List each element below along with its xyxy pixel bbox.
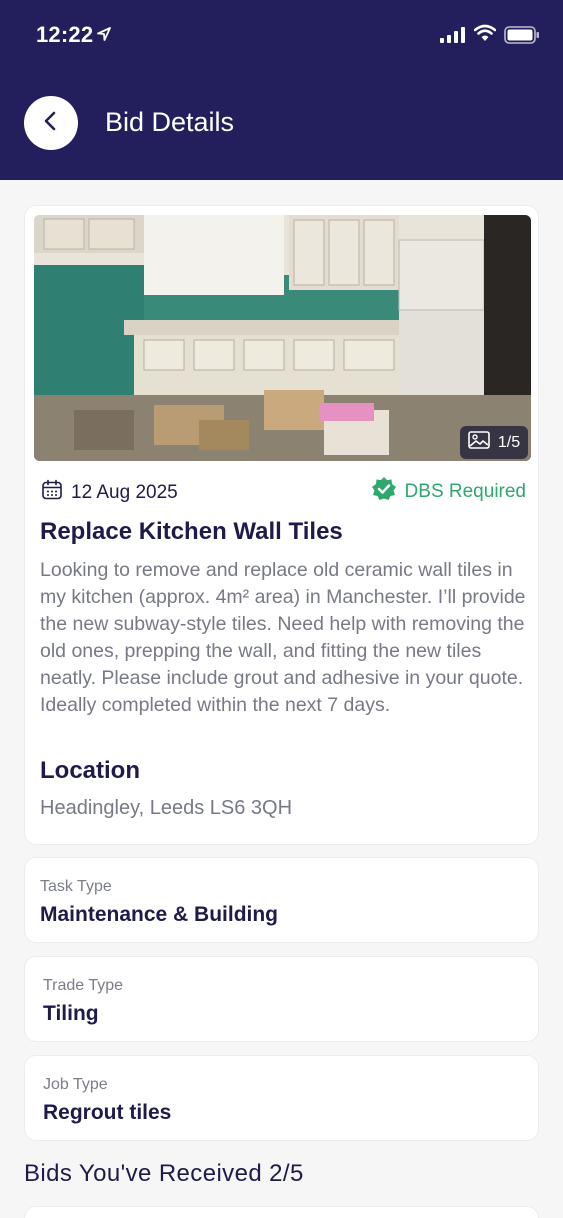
task-type-value: Maintenance & Building xyxy=(40,903,279,926)
battery-icon xyxy=(504,26,540,49)
task-type-label: Task Type xyxy=(40,878,112,895)
verified-check-icon xyxy=(371,476,397,507)
job-photo[interactable]: 1/5 xyxy=(34,215,531,461)
job-type-value: Regrout tiles xyxy=(43,1101,172,1124)
trade-type-value: Tiling xyxy=(43,1002,99,1025)
status-bar: 12:22 xyxy=(0,0,563,70)
job-type-label: Job Type xyxy=(43,1076,108,1093)
job-date: 12 Aug 2025 xyxy=(41,479,178,506)
dbs-badge-text: DBS Required xyxy=(404,480,526,502)
location-value: Headingley, Leeds LS6 3QH xyxy=(40,797,293,819)
app-header: 12:22 Bid Details xyxy=(0,0,563,180)
status-time: 12:22 xyxy=(36,22,94,47)
job-description: Looking to remove and replace old cerami… xyxy=(40,559,526,716)
location-heading: Location xyxy=(40,757,140,784)
job-card: 1/5 12 Aug 2025 DBS Required Replace Kit… xyxy=(24,205,539,845)
location-arrow-icon xyxy=(96,26,112,47)
task-type-card: Task Type Maintenance & Building xyxy=(24,857,539,943)
job-type-card: Job Type Regrout tiles xyxy=(24,1055,539,1141)
dbs-badge: DBS Required xyxy=(371,476,526,507)
bids-heading: Bids You've Received 2/5 xyxy=(24,1160,304,1187)
page-title: Bid Details xyxy=(105,107,235,137)
image-icon xyxy=(468,431,490,454)
trade-type-card: Trade Type Tiling xyxy=(24,956,539,1042)
bid-card[interactable] xyxy=(24,1206,539,1218)
back-button[interactable] xyxy=(24,96,78,150)
job-date-text: 12 Aug 2025 xyxy=(71,481,178,503)
cellular-signal-icon xyxy=(440,27,466,48)
photo-counter-text: 1/5 xyxy=(497,433,521,451)
chevron-left-icon xyxy=(41,110,61,137)
photo-counter-badge: 1/5 xyxy=(460,426,528,459)
job-title: Replace Kitchen Wall Tiles xyxy=(40,518,343,545)
trade-type-label: Trade Type xyxy=(43,977,124,994)
wifi-icon xyxy=(473,24,497,47)
calendar-icon xyxy=(41,479,63,506)
